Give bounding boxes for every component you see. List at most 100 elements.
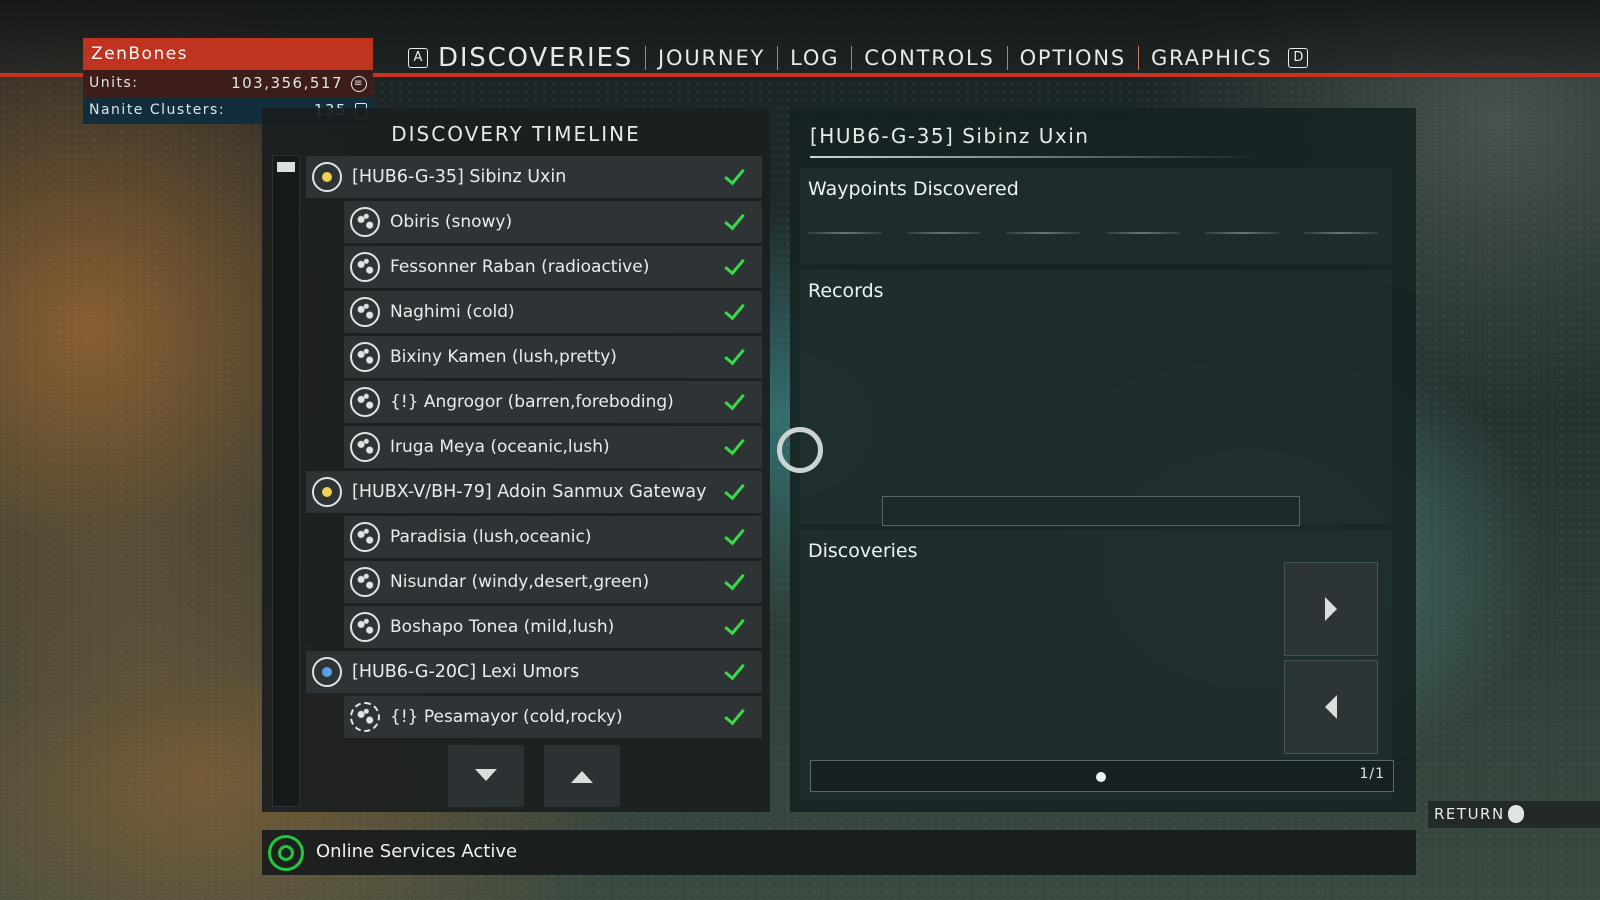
timeline-item-label: Naghimi (cold)	[390, 302, 515, 322]
planet-icon	[350, 432, 380, 462]
mouse-icon	[1508, 805, 1524, 823]
check-icon	[722, 344, 748, 370]
timeline-item-label: Boshapo Tonea (mild,lush)	[390, 617, 615, 637]
planet-icon	[350, 567, 380, 597]
check-icon	[722, 479, 748, 505]
waypoints-title: Waypoints Discovered	[808, 178, 1019, 200]
page-count: 1/1	[1359, 766, 1385, 782]
planet-icon	[350, 522, 380, 552]
arrow-left-icon	[1325, 695, 1337, 719]
timeline-list: [HUB6-G-35] Sibinz Uxin Obiris (snowy) Fes…	[306, 156, 762, 741]
records-title: Records	[808, 280, 884, 302]
planet-icon	[350, 297, 380, 327]
timeline-planet-item[interactable]: Bixiny Kamen (lush,pretty)	[344, 336, 762, 378]
timeline-planet-item[interactable]: Paradisia (lush,oceanic)	[344, 516, 762, 558]
check-icon	[722, 299, 748, 325]
units-currency-icon: ≡	[351, 75, 367, 92]
prev-tab-key-icon[interactable]: A	[408, 48, 428, 68]
waypoint-slot	[1006, 232, 1081, 234]
planet-icon	[350, 387, 380, 417]
waypoint-slot	[1105, 232, 1180, 234]
planet-icon	[350, 612, 380, 642]
return-label: RETURN	[1434, 805, 1505, 823]
timeline-planet-item[interactable]: Fessonner Raban (radioactive)	[344, 246, 762, 288]
timeline-system-item[interactable]: [HUB6-G-20C] Lexi Umors	[306, 651, 762, 693]
timeline-item-label: [HUBX-V/BH-79] Adoin Sanmux Gateway	[352, 482, 707, 502]
prev-discovery-button[interactable]	[1284, 660, 1378, 754]
tab-journey[interactable]: JOURNEY	[645, 46, 777, 70]
next-tab-key-icon[interactable]: D	[1288, 48, 1309, 68]
detail-title: [HUB6-G-35] Sibinz Uxin	[810, 124, 1090, 148]
return-button[interactable]: RETURN	[1428, 801, 1600, 828]
discoveries-title: Discoveries	[808, 540, 918, 562]
online-status-text: Online Services Active	[316, 841, 518, 862]
player-name: ZenBones	[83, 38, 373, 70]
timeline-system-item[interactable]: [HUBX-V/BH-79] Adoin Sanmux Gateway	[306, 471, 762, 513]
star-system-icon	[312, 657, 342, 687]
timeline-system-item[interactable]: [HUB6-G-35] Sibinz Uxin	[306, 156, 762, 198]
detail-panel: [HUB6-G-35] Sibinz Uxin Waypoints Discov…	[790, 108, 1416, 812]
timeline-item-label: Obiris (snowy)	[390, 212, 513, 232]
timeline-item-label: Fessonner Raban (radioactive)	[390, 257, 650, 277]
check-icon	[722, 389, 748, 415]
timeline-planet-item[interactable]: Naghimi (cold)	[344, 291, 762, 333]
arrow-right-icon	[1325, 597, 1337, 621]
timeline-item-label: [HUB6-G-20C] Lexi Umors	[352, 662, 580, 682]
timeline-item-label: Bixiny Kamen (lush,pretty)	[390, 347, 617, 367]
planet-icon	[350, 702, 380, 732]
status-bar: Online Services Active	[262, 830, 1416, 875]
units-row: Units: 103,356,517 ≡	[83, 70, 373, 97]
cursor-ring-icon	[777, 427, 823, 473]
tab-controls[interactable]: CONTROLS	[851, 46, 1006, 70]
star-system-icon	[312, 477, 342, 507]
scroll-up-button[interactable]	[544, 745, 620, 807]
tab-discoveries[interactable]: DISCOVERIES	[436, 43, 645, 73]
tab-log[interactable]: LOG	[777, 46, 851, 70]
timeline-scrollbar[interactable]	[272, 155, 300, 807]
waypoint-slot	[1303, 232, 1378, 234]
waypoint-slot	[1204, 232, 1279, 234]
tab-graphics[interactable]: GRAPHICS	[1137, 46, 1284, 70]
detail-title-underline	[810, 156, 1260, 158]
page-dot[interactable]	[1096, 772, 1106, 782]
timeline-planet-item[interactable]: {!} Pesamayor (cold,rocky)	[344, 696, 762, 738]
timeline-planet-item[interactable]: Boshapo Tonea (mild,lush)	[344, 606, 762, 648]
check-icon	[722, 614, 748, 640]
arrow-down-icon	[475, 769, 497, 781]
check-icon	[722, 659, 748, 685]
discovery-timeline-panel: DISCOVERY TIMELINE [HUB6-G-35] Sibinz Ux…	[262, 108, 770, 812]
check-icon	[722, 254, 748, 280]
units-label: Units:	[89, 75, 139, 91]
scroll-down-button[interactable]	[448, 745, 524, 807]
main-nav: A DISCOVERIES JOURNEY LOG CONTROLS OPTIO…	[404, 38, 1316, 78]
timeline-item-label: {!} Pesamayor (cold,rocky)	[390, 707, 623, 727]
timeline-planet-item[interactable]: Obiris (snowy)	[344, 201, 762, 243]
waypoint-slot	[808, 232, 882, 234]
next-discovery-button[interactable]	[1284, 562, 1378, 656]
timeline-planet-item[interactable]: {!} Angrogor (barren,foreboding)	[344, 381, 762, 423]
check-icon	[722, 434, 748, 460]
timeline-item-label: [HUB6-G-35] Sibinz Uxin	[352, 167, 567, 187]
arrow-up-icon	[571, 771, 593, 783]
check-icon	[722, 164, 748, 190]
scrollbar-thumb[interactable]	[277, 162, 295, 172]
timeline-planet-item[interactable]: Nisundar (windy,desert,green)	[344, 561, 762, 603]
check-icon	[722, 569, 748, 595]
timeline-item-label: Iruga Meya (oceanic,lush)	[390, 437, 610, 457]
tab-options[interactable]: OPTIONS	[1006, 46, 1138, 70]
timeline-planet-item[interactable]: Iruga Meya (oceanic,lush)	[344, 426, 762, 468]
timeline-title: DISCOVERY TIMELINE	[391, 122, 641, 146]
check-icon	[722, 524, 748, 550]
planet-icon	[350, 207, 380, 237]
records-section: Records	[800, 270, 1392, 526]
waypoint-slots	[808, 232, 1378, 234]
planet-icon	[350, 252, 380, 282]
waypoint-slot	[907, 232, 982, 234]
page-indicator: 1/1	[810, 760, 1394, 792]
units-value: 103,356,517	[231, 74, 343, 92]
check-icon	[722, 209, 748, 235]
planet-icon	[350, 342, 380, 372]
timeline-item-label: Paradisia (lush,oceanic)	[390, 527, 592, 547]
timeline-item-label: Nisundar (windy,desert,green)	[390, 572, 650, 592]
star-system-icon	[312, 162, 342, 192]
